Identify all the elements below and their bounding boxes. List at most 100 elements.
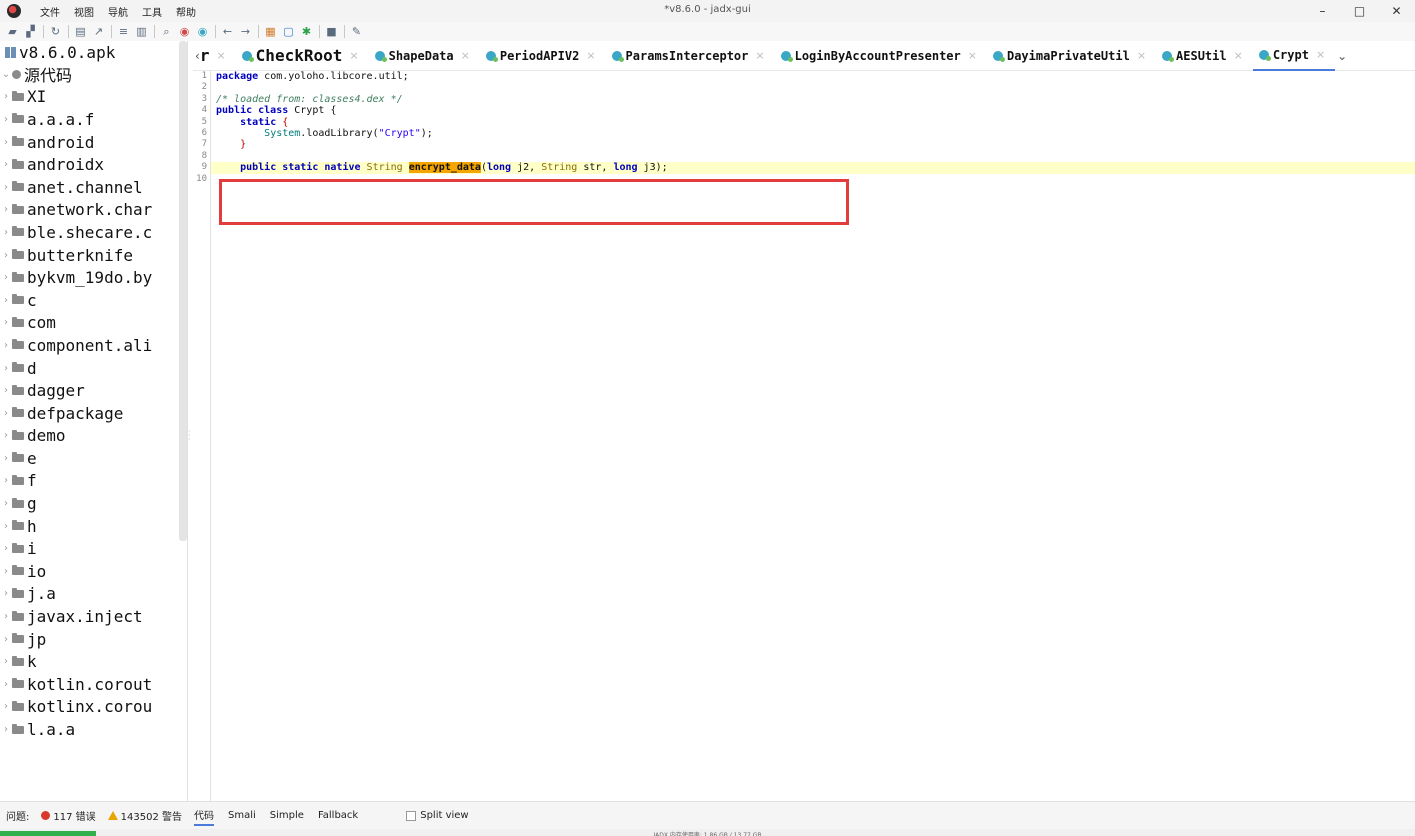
tree-package-item[interactable]: › l.a.a — [0, 718, 187, 741]
project-tree[interactable]: v8.6.0.apk ⌄ 源代码 › XI › a.a.a.f › android › and… — [0, 41, 188, 801]
tree-package-item[interactable]: › kotlinx.corou — [0, 696, 187, 719]
chevron-right-icon[interactable]: › — [0, 521, 12, 532]
tree-package-item[interactable]: › anetwork.char — [0, 199, 187, 222]
tree-package-item[interactable]: › demo — [0, 425, 187, 448]
tree-package-item[interactable]: › component.ali — [0, 334, 187, 357]
tree-package-item[interactable]: › javax.inject — [0, 605, 187, 628]
maximize-button[interactable]: □ — [1341, 0, 1378, 22]
tree-package-item[interactable]: › e — [0, 447, 187, 470]
editor-tab[interactable]: ParamsInterceptor × — [606, 41, 775, 71]
chevron-right-icon[interactable]: › — [0, 408, 12, 419]
chevron-right-icon[interactable]: › — [0, 611, 12, 622]
find-usage-icon[interactable]: ◉ — [194, 23, 211, 40]
tab-overflow-chevron-icon[interactable]: ⌄ — [1337, 49, 1347, 63]
chevron-right-icon[interactable]: › — [0, 679, 12, 690]
split-view-toggle[interactable]: Split view — [406, 810, 469, 821]
chevron-right-icon[interactable]: › — [0, 566, 12, 577]
split-view-checkbox[interactable] — [406, 810, 417, 821]
close-button[interactable]: ✕ — [1378, 0, 1415, 22]
editor-tab[interactable]: ShapeData × — [369, 41, 480, 71]
editor-tab[interactable]: AESUtil × — [1156, 41, 1253, 71]
tree-package-item[interactable]: › jp — [0, 628, 187, 651]
back-icon[interactable]: ← — [219, 23, 236, 40]
type-reference[interactable]: String — [367, 162, 403, 173]
view-tab-fallback[interactable]: Fallback — [318, 808, 358, 823]
chevron-right-icon[interactable]: › — [0, 182, 12, 193]
export-icon[interactable]: ↗ — [90, 23, 107, 40]
editor-tab[interactable]: LoginByAccountPresenter × — [775, 41, 987, 71]
class-reference[interactable]: System — [264, 128, 300, 139]
chevron-right-icon[interactable]: › — [0, 701, 12, 712]
tree-package-item[interactable]: › XI — [0, 86, 187, 109]
menu-view[interactable]: 视图 — [67, 4, 101, 19]
tab-close-icon[interactable]: × — [968, 49, 977, 62]
editor-tab[interactable]: Crypt × — [1252, 41, 1336, 71]
view-tab-smali[interactable]: Smali — [228, 808, 256, 823]
chevron-right-icon[interactable]: › — [0, 363, 12, 374]
chevron-right-icon[interactable]: › — [0, 272, 12, 283]
tree-scrollbar[interactable] — [179, 41, 187, 541]
flatten-icon[interactable]: ▥ — [133, 23, 150, 40]
chevron-right-icon[interactable]: › — [0, 543, 12, 554]
code-editor[interactable]: 1 2 3 4 5 6 7 8 9 10 package com.yoloho.libcore.u… — [193, 71, 1415, 801]
editor-tab[interactable]: CheckRoot × — [236, 41, 369, 71]
reload-icon[interactable]: ↻ — [47, 23, 64, 40]
chevron-right-icon[interactable]: › — [0, 634, 12, 645]
chevron-right-icon[interactable]: › — [0, 227, 12, 238]
error-count[interactable]: 117 错误 — [53, 808, 95, 823]
editor-tab[interactable]: DayimaPrivateUtil × — [987, 41, 1156, 71]
tree-package-item[interactable]: › android — [0, 131, 187, 154]
tree-package-item[interactable]: › c — [0, 289, 187, 312]
chevron-right-icon[interactable]: › — [0, 498, 12, 509]
tab-close-icon[interactable]: × — [586, 49, 595, 62]
chevron-right-icon[interactable]: › — [0, 475, 12, 486]
console-icon[interactable]: ■ — [323, 23, 340, 40]
chevron-right-icon[interactable]: › — [0, 295, 12, 306]
tab-close-icon[interactable]: × — [755, 49, 764, 62]
chevron-right-icon[interactable]: › — [0, 137, 12, 148]
editor-tab[interactable]: PeriodAPIV2 × — [480, 41, 606, 71]
chevron-right-icon[interactable]: › — [0, 588, 12, 599]
chevron-right-icon[interactable]: › — [0, 656, 12, 667]
tree-package-item[interactable]: › i — [0, 537, 187, 560]
tree-package-item[interactable]: › dagger — [0, 379, 187, 402]
tree-package-item[interactable]: › io — [0, 560, 187, 583]
menu-file[interactable]: 文件 — [33, 4, 67, 19]
chevron-down-icon[interactable]: ⌄ — [0, 69, 12, 80]
find-class-icon[interactable]: ◉ — [176, 23, 193, 40]
add-files-icon[interactable]: ▞ — [22, 23, 39, 40]
save-icon[interactable]: ▤ — [72, 23, 89, 40]
tree-root-apk[interactable]: v8.6.0.apk — [0, 41, 187, 63]
tree-package-item[interactable]: › kotlin.corout — [0, 673, 187, 696]
deobfuscation-icon[interactable]: ▦ — [262, 23, 279, 40]
tree-package-item[interactable]: › anet.channel — [0, 176, 187, 199]
log-icon[interactable]: ▢ — [280, 23, 297, 40]
tree-package-item[interactable]: › g — [0, 492, 187, 515]
tree-source-node[interactable]: ⌄ 源代码 — [0, 63, 187, 86]
view-tab-code[interactable]: 代码 — [194, 805, 214, 826]
tab-close-icon[interactable]: × — [216, 49, 225, 62]
search-icon[interactable]: ⌕ — [158, 23, 175, 40]
chevron-right-icon[interactable]: › — [0, 453, 12, 464]
tree-package-item[interactable]: › d — [0, 357, 187, 380]
chevron-right-icon[interactable]: › — [0, 91, 12, 102]
tree-package-item[interactable]: › defpackage — [0, 402, 187, 425]
chevron-right-icon[interactable]: › — [0, 114, 12, 125]
tree-package-item[interactable]: › j.a — [0, 583, 187, 606]
tab-close-icon[interactable]: × — [349, 49, 358, 62]
code-area[interactable]: package com.yoloho.libcore.util; /* load… — [211, 71, 1415, 185]
tree-package-item[interactable]: › androidx — [0, 153, 187, 176]
chevron-right-icon[interactable]: › — [0, 317, 12, 328]
menu-help[interactable]: 帮助 — [169, 4, 203, 19]
chevron-right-icon[interactable]: › — [0, 430, 12, 441]
tree-package-item[interactable]: › f — [0, 470, 187, 493]
tree-package-item[interactable]: › h — [0, 515, 187, 538]
menu-navigation[interactable]: 导航 — [101, 4, 135, 19]
sync-icon[interactable]: ≡ — [115, 23, 132, 40]
tab-close-icon[interactable]: × — [461, 49, 470, 62]
splitter-handle[interactable]: · · · — [188, 428, 191, 446]
chevron-right-icon[interactable]: › — [0, 250, 12, 261]
tree-package-item[interactable]: › butterknife — [0, 244, 187, 267]
view-tab-simple[interactable]: Simple — [270, 808, 304, 823]
chevron-right-icon[interactable]: › — [0, 385, 12, 396]
